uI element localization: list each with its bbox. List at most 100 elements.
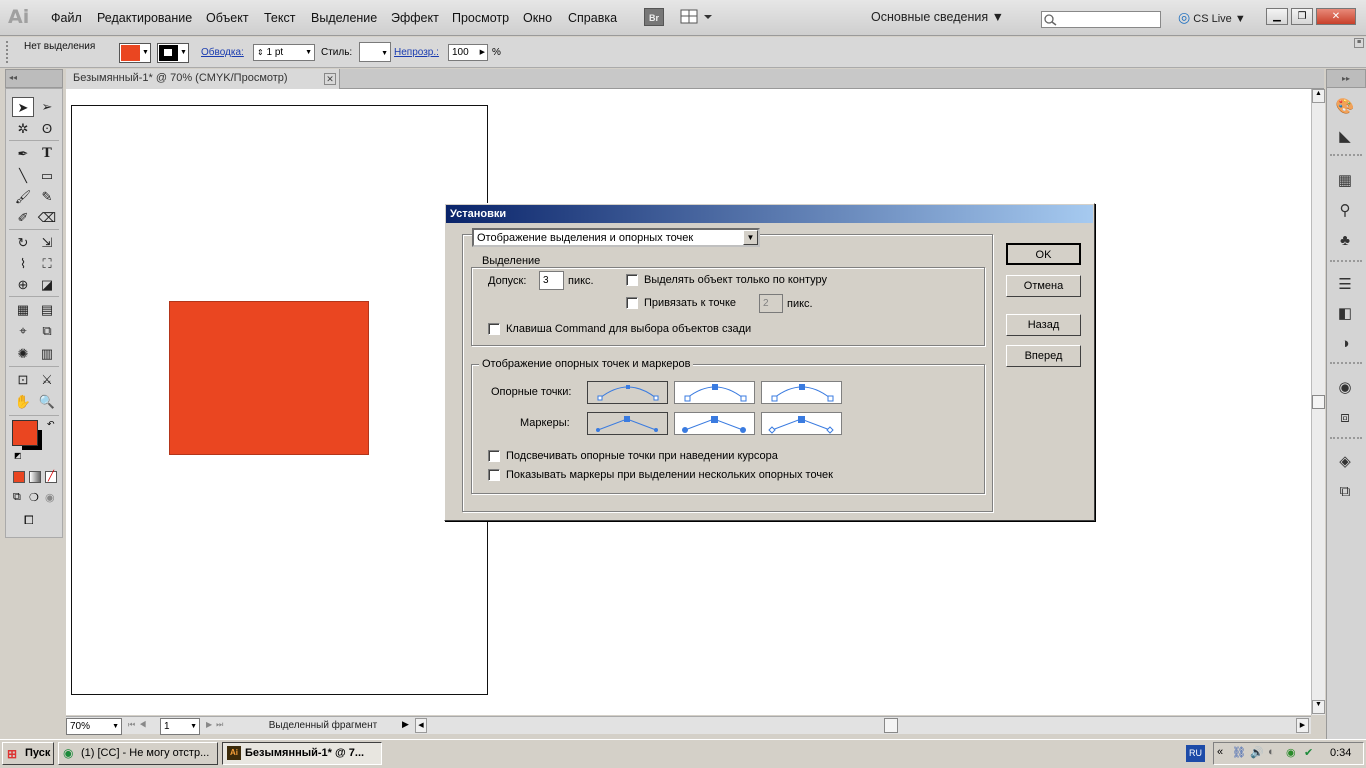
menu-effect[interactable]: Эффект: [391, 11, 439, 25]
slice-tool[interactable]: ⚔: [36, 370, 58, 390]
cs-live-button[interactable]: ◎ CS Live ▼: [1178, 9, 1246, 26]
brushes-button[interactable]: ⚲: [1333, 200, 1357, 222]
torrent-icon[interactable]: ◉: [1286, 746, 1296, 759]
tray-expand-icon[interactable]: «: [1217, 746, 1223, 758]
maximize-button[interactable]: ❐: [1291, 8, 1313, 25]
menu-text[interactable]: Текст: [264, 11, 295, 25]
artboard-next-buttons[interactable]: ▶⏭: [206, 720, 227, 730]
gradient-tool[interactable]: ▤: [36, 300, 58, 320]
menu-object[interactable]: Объект: [206, 11, 249, 25]
draw-inside-icon[interactable]: ◉: [45, 491, 55, 504]
volume-icon[interactable]: 🔊: [1250, 746, 1264, 759]
highlight-checkbox[interactable]: [488, 450, 500, 462]
section-select[interactable]: Отображение выделения и опорных точек ▼: [472, 228, 760, 247]
anchor-style-2[interactable]: [674, 381, 755, 404]
artboard-number-select[interactable]: 1 ▼: [160, 718, 200, 735]
color-guide-button[interactable]: ◣: [1333, 126, 1357, 148]
menu-help[interactable]: Справка: [568, 11, 617, 25]
panel-menu-button[interactable]: ≡: [1354, 38, 1364, 48]
fill-color-picker[interactable]: ▼: [119, 43, 151, 63]
layers-panel-button[interactable]: ◈: [1333, 451, 1357, 473]
none-button[interactable]: ╱: [45, 471, 57, 483]
line-tool[interactable]: ╲: [12, 166, 34, 186]
menu-view[interactable]: Просмотр: [452, 11, 509, 25]
artboard-tool[interactable]: ⊡: [12, 370, 34, 390]
handle-style-3[interactable]: [761, 412, 842, 435]
gradient-button[interactable]: [29, 471, 41, 483]
selection-tool[interactable]: ➤: [12, 97, 34, 117]
fill-stroke-swatches[interactable]: [12, 420, 42, 450]
tolerance-input[interactable]: 3: [539, 271, 564, 290]
graphic-style-picker[interactable]: ▼: [359, 42, 391, 62]
snap-distance-input[interactable]: 2: [759, 294, 783, 313]
network-icon[interactable]: ⛓: [1232, 746, 1246, 759]
draw-normal-icon[interactable]: ⧉: [13, 491, 21, 504]
scale-tool[interactable]: ⇲: [36, 233, 58, 253]
stroke-weight-input[interactable]: ⇕ 1 pt ▼: [253, 44, 315, 61]
opacity-input[interactable]: 100 ▶: [448, 44, 488, 61]
menu-select[interactable]: Выделение: [311, 11, 377, 25]
back-button[interactable]: Назад: [1006, 314, 1081, 336]
anchor-style-3[interactable]: [761, 381, 842, 404]
forward-button[interactable]: Вперед: [1006, 345, 1081, 367]
swatches-button[interactable]: ▦: [1333, 170, 1357, 192]
anchor-style-1[interactable]: [587, 381, 668, 404]
warp-tool[interactable]: ⌇: [12, 254, 34, 274]
scroll-down-arrow-icon[interactable]: ▼: [1312, 700, 1325, 714]
shape-builder-tool[interactable]: ⊕: [12, 275, 34, 295]
security-icon[interactable]: ◐: [1268, 746, 1275, 758]
default-colors-icon[interactable]: ◩: [14, 451, 22, 460]
scroll-thumb[interactable]: [1312, 395, 1325, 409]
color-button[interactable]: [13, 471, 25, 483]
appearance-panel-button[interactable]: ◉: [1333, 377, 1357, 399]
eyedropper-tool[interactable]: ⌖: [12, 321, 34, 341]
stroke-panel-button[interactable]: ☰: [1333, 274, 1357, 296]
dialog-title-bar[interactable]: Установки: [446, 205, 1093, 223]
menu-edit[interactable]: Редактирование: [97, 11, 192, 25]
dock-header[interactable]: ▸▸: [1326, 69, 1366, 88]
path-only-checkbox[interactable]: [626, 274, 638, 286]
rotate-tool[interactable]: ↻: [12, 233, 34, 253]
zoom-select[interactable]: 70% ▼: [66, 718, 122, 735]
ok-button[interactable]: OK: [1006, 243, 1081, 265]
taskbar-chrome[interactable]: ◉ (1) [CC] - Не могу отстр...: [58, 742, 218, 765]
minimize-button[interactable]: ▁: [1266, 8, 1288, 25]
status-menu-arrow-icon[interactable]: ▶: [402, 719, 409, 730]
magic-wand-tool[interactable]: ✲: [12, 119, 34, 139]
stroke-color-picker[interactable]: ▼: [157, 43, 189, 63]
blob-brush-tool[interactable]: ✐: [12, 208, 34, 228]
search-input[interactable]: [1041, 11, 1161, 28]
zoom-tool[interactable]: 🔍: [36, 392, 58, 412]
scroll-up-arrow-icon[interactable]: ▲: [1312, 89, 1325, 103]
red-rectangle[interactable]: [169, 301, 369, 455]
snap-checkbox[interactable]: [626, 297, 638, 309]
updater-icon[interactable]: ✔: [1304, 746, 1313, 759]
workspace-switcher[interactable]: Основные сведения ▼: [871, 10, 1004, 24]
pencil-tool[interactable]: ✎: [36, 187, 58, 207]
direct-selection-tool[interactable]: ➢: [36, 97, 58, 117]
hscroll-thumb[interactable]: [884, 718, 898, 733]
taskbar-illustrator[interactable]: Ai Безымянный-1* @ 7...: [222, 742, 382, 765]
gradient-panel-button[interactable]: ◧: [1333, 303, 1357, 325]
document-tab[interactable]: Безымянный-1* @ 70% (CMYK/Просмотр) ✕: [66, 69, 340, 89]
mesh-tool[interactable]: ▦: [12, 300, 34, 320]
panel-grip[interactable]: [6, 41, 10, 63]
start-button[interactable]: ⊞ Пуск: [2, 742, 54, 765]
lasso-tool[interactable]: ʘ: [36, 119, 58, 139]
menu-file[interactable]: Файл: [51, 11, 82, 25]
menu-window[interactable]: Окно: [523, 11, 552, 25]
rectangle-tool[interactable]: ▭: [36, 166, 58, 186]
symbols-button[interactable]: ♣: [1333, 230, 1357, 252]
graphic-styles-button[interactable]: ⧈: [1333, 407, 1357, 429]
handle-style-1[interactable]: [587, 412, 668, 435]
live-paint-tool[interactable]: ◪: [36, 275, 58, 295]
close-button[interactable]: ✕: [1316, 8, 1356, 25]
handle-style-2[interactable]: [674, 412, 755, 435]
show-handles-checkbox[interactable]: [488, 469, 500, 481]
tab-close-button[interactable]: ✕: [324, 73, 336, 85]
pen-tool[interactable]: ✒: [12, 144, 34, 164]
transparency-panel-button[interactable]: ◑: [1333, 333, 1357, 355]
scroll-left-arrow-icon[interactable]: ◀: [415, 718, 427, 733]
swap-icon[interactable]: ↶: [47, 419, 55, 430]
eraser-tool[interactable]: ⌫: [36, 208, 58, 228]
